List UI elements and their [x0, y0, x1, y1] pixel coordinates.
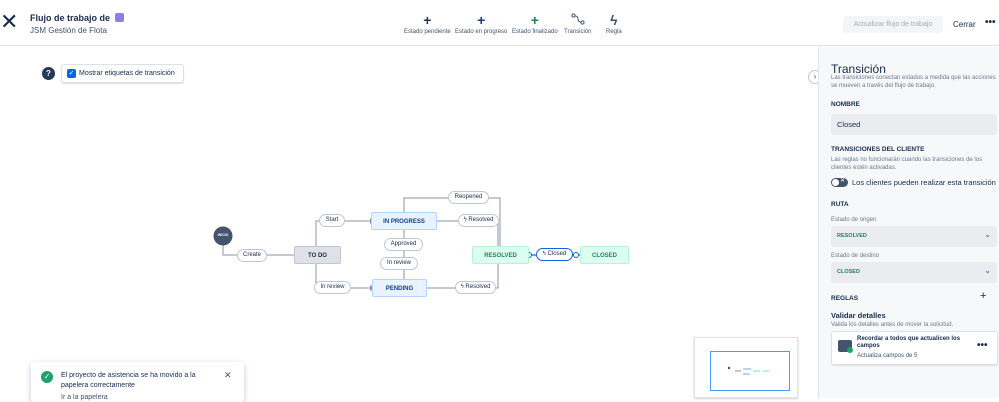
transition-in-review-mid[interactable]: In review — [380, 257, 418, 270]
panel-subtitle: Las transiciones conectan estados a medi… — [831, 75, 996, 89]
customer-transitions-help: Las reglas no funcionarán cuando las tra… — [831, 157, 983, 171]
more-icon[interactable]: ••• — [977, 340, 988, 351]
transition-panel: Transición Las transiciones conectan est… — [818, 47, 999, 398]
transition-reopened[interactable]: Reopened — [448, 191, 489, 204]
close-icon: ✕ — [840, 178, 846, 184]
transition-in-review-bottom[interactable]: In review — [314, 281, 351, 294]
status-todo[interactable]: TO DO — [294, 246, 341, 264]
status-in-progress[interactable]: IN PROGRESS — [371, 212, 437, 230]
toast-message: El proyecto de asistencia se ha movido a… — [61, 372, 196, 389]
rule-subtitle: Actualiza campos de 5 — [857, 353, 918, 359]
transition-resolved-top[interactable]: ϟ Resolved — [458, 214, 499, 227]
rules-label: REGLAS — [831, 295, 859, 302]
status-resolved[interactable]: RESOLVED — [472, 246, 529, 264]
customer-toggle-label: Los clientes pueden realizar esta transi… — [852, 178, 996, 187]
status-closed[interactable]: CLOSED — [580, 246, 629, 264]
status-start[interactable]: INICIO — [213, 233, 233, 237]
transition-start[interactable]: Start — [319, 214, 345, 227]
transition-approved[interactable]: Approved — [384, 238, 423, 251]
success-toast: ✓ El proyecto de asistencia se ha movido… — [31, 362, 244, 402]
connector-handle — [573, 252, 579, 258]
dest-label: Estado de destino — [831, 253, 880, 259]
transition-closed[interactable]: ϟ Closed — [536, 248, 573, 261]
dest-status-select[interactable]: CLOSED ⌄ — [831, 262, 997, 283]
minimap[interactable] — [694, 337, 798, 398]
validate-title: Validar detalles — [831, 311, 886, 320]
bolt-icon: ϟ — [542, 251, 546, 257]
name-field[interactable]: Closed — [831, 114, 997, 135]
validate-subtitle: Valida los detalles antes de mover la so… — [831, 322, 954, 328]
rule-title: Recordar a todos que actualicen los camp… — [857, 336, 961, 349]
rule-card[interactable]: Recordar a todos que actualicen los camp… — [831, 331, 998, 365]
rule-icon — [838, 340, 853, 353]
origin-status-select[interactable]: RESOLVED ⌄ — [831, 226, 997, 247]
origin-label: Estado de origen — [831, 217, 877, 223]
bolt-icon: ϟ — [463, 217, 467, 223]
status-lozenge: RESOLVED — [837, 233, 867, 239]
close-icon[interactable]: ✕ — [224, 370, 232, 381]
transition-resolved-bottom[interactable]: ϟ Resolved — [455, 281, 496, 294]
transition-create[interactable]: Create — [237, 249, 267, 262]
chevron-down-icon: ⌄ — [984, 266, 991, 275]
customer-transitions-label: TRANSICIONES DEL CLIENTE — [831, 146, 925, 153]
name-label: NOMBRE — [831, 101, 860, 108]
check-icon: ✓ — [41, 371, 53, 383]
add-rule-plus-icon[interactable]: + — [980, 290, 986, 302]
chevron-down-icon: ⌄ — [984, 230, 991, 239]
route-label: RUTA — [831, 201, 849, 208]
customer-toggle[interactable]: ✕ — [831, 178, 848, 187]
toggle-knob — [832, 179, 839, 186]
bolt-icon: ϟ — [460, 284, 464, 290]
status-pending[interactable]: PENDING — [372, 279, 427, 297]
status-lozenge: CLOSED — [837, 269, 860, 275]
minimap-preview — [727, 366, 769, 375]
